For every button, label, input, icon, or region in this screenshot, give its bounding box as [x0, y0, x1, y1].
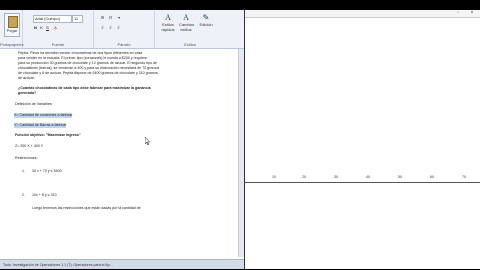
font-group: Arial (Cuerpo) 11 N K S A Fuente: [23, 10, 94, 48]
geogebra-window: ▫ × 10 20 30 40 50 60 70: [244, 10, 480, 269]
screen-frame: Pegar Portapapeles Arial (Cuerpo) 11 N K…: [0, 0, 480, 270]
underline-button[interactable]: S: [45, 25, 50, 30]
restriction-number: 2.: [22, 193, 25, 197]
change-styles-icon: A: [183, 13, 189, 22]
variable-y-selected[interactable]: Y= Cantidad de Barras a fabricar: [14, 123, 66, 128]
document-body[interactable]: Pepita: Pinos ha decidido vender chocola…: [0, 49, 244, 257]
paragraph-group: ☰ ☷ ⇥ ≡ ≡ ≡ Párrafo: [94, 10, 155, 48]
graphics-style-icon[interactable]: ▫: [455, 11, 461, 16]
variables-heading: Definición de Variables:: [15, 102, 53, 106]
document-line: Luego tenemos las restricciones que está…: [32, 206, 141, 210]
x-tick-label: 30: [334, 175, 338, 179]
change-styles-label: Cambiar estilos: [179, 22, 195, 32]
x-tick-label: 40: [366, 175, 370, 179]
clipboard-group: Pegar Portapapeles: [0, 10, 24, 48]
bold-button[interactable]: N: [33, 25, 38, 30]
editing-icon: ✎: [202, 13, 210, 22]
mouse-cursor-icon: [145, 137, 150, 145]
indent-icon[interactable]: ⇥: [116, 15, 121, 20]
align-right-icon[interactable]: ≡: [116, 25, 121, 30]
italic-button[interactable]: K: [39, 25, 44, 30]
graphics-toolbar: ▫ ×: [245, 10, 480, 18]
ribbon: Pegar Portapapeles Arial (Cuerpo) 11 N K…: [0, 10, 244, 49]
x-tick-label: 70: [462, 175, 466, 179]
question-line: ¿Cuántas chocolatinas de cada tipo debe …: [18, 86, 151, 90]
styles-group: A Estilos rápidos A Cambiar estilos ✎ Ed…: [155, 10, 225, 48]
editing-label: Edición: [199, 22, 213, 27]
group-label-clipboard: Portapapeles: [0, 42, 24, 47]
restriction-1: 30 x + 70 y ≤ 5400: [32, 169, 62, 173]
align-left-icon[interactable]: ≡: [100, 25, 105, 30]
restriction-2: 10x + 8 y ≤ 310: [32, 193, 57, 197]
x-tick-label: 10: [272, 175, 276, 179]
close-view-icon[interactable]: ×: [469, 11, 475, 16]
editing-button[interactable]: ✎ Edición: [199, 13, 213, 33]
quick-styles-button[interactable]: A Estilos rápidos: [161, 13, 175, 33]
clipboard-icon: [8, 16, 18, 28]
font-color-icon[interactable]: A: [53, 25, 58, 30]
question-line: generada?: [18, 91, 37, 95]
x-tick-label: 60: [430, 175, 434, 179]
restrictions-heading: Restricciones:: [15, 156, 38, 160]
paragraph-line: de chocolate y 8 de azúcar. Pepita dispo…: [18, 71, 158, 75]
bullets-icon[interactable]: ☰: [100, 15, 105, 20]
variable-x-selected[interactable]: X= Cantidad de corazones a fabricar: [14, 113, 72, 118]
change-styles-button[interactable]: A Cambiar estilos: [179, 13, 195, 33]
objective-function: Z= 200 X + 400 Y: [15, 144, 44, 148]
x-axis: [245, 182, 480, 183]
objective-heading: Función objetivo: "Maximizar Ingreso": [15, 133, 81, 137]
numbering-icon[interactable]: ☷: [108, 15, 113, 20]
word-window: Pegar Portapapeles Arial (Cuerpo) 11 N K…: [0, 10, 244, 269]
align-center-icon[interactable]: ≡: [108, 25, 113, 30]
group-label-styles: Estilos: [184, 42, 196, 47]
status-bar: Todo: Investigación de Operaciones 1.1 (…: [0, 259, 244, 269]
paste-button[interactable]: Pegar: [4, 13, 20, 37]
quick-styles-icon: A: [165, 13, 171, 22]
paragraph-line: de azúcar.: [18, 76, 35, 80]
font-size-select[interactable]: 11: [72, 15, 83, 23]
paste-label: Pegar: [6, 28, 18, 33]
group-label-font: Fuente: [51, 42, 65, 47]
quick-styles-label: Estilos rápidos: [161, 22, 175, 32]
group-label-paragraph: Párrafo: [117, 42, 131, 47]
x-tick-label: 20: [302, 175, 306, 179]
x-tick-label: 50: [398, 175, 402, 179]
font-name-select[interactable]: Arial (Cuerpo): [33, 15, 72, 23]
restriction-number: 1.: [22, 169, 25, 173]
